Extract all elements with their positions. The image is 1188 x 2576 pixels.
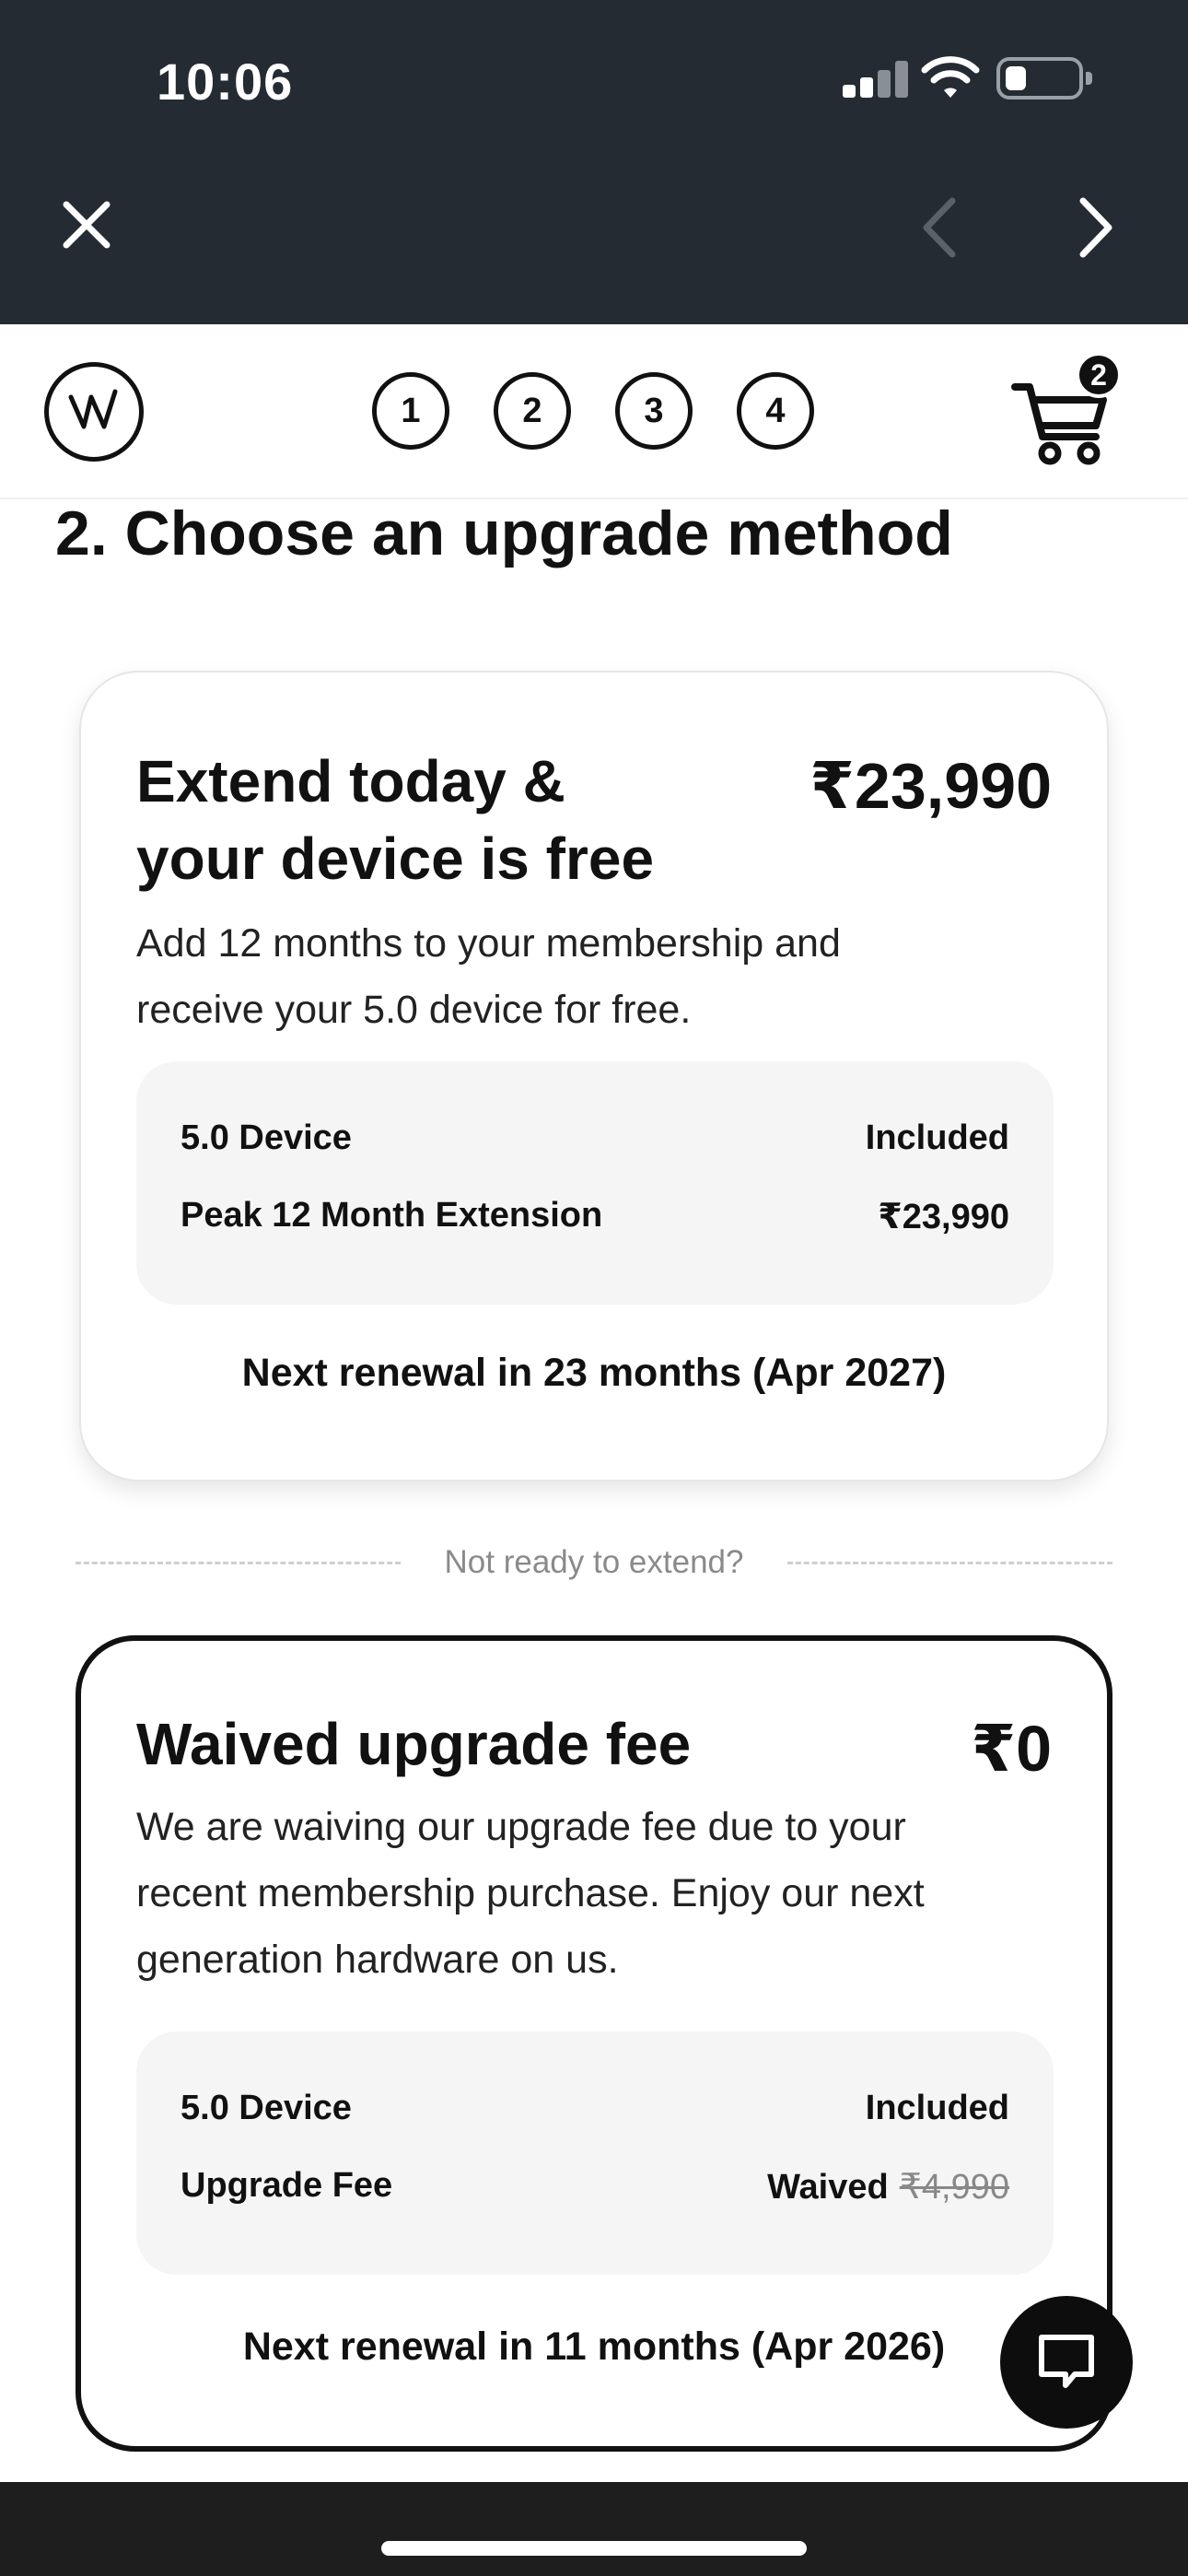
option-description-line: recent membership purchase. Enjoy our ne… [136, 1871, 925, 1915]
step-1[interactable]: 1 [372, 372, 449, 450]
step-indicator: 1 2 3 4 [372, 372, 814, 450]
option-description-line: receive your 5.0 device for free. [136, 988, 692, 1032]
page-title: 2. Choose an upgrade method [55, 498, 953, 568]
home-indicator-area [0, 2482, 1188, 2576]
battery-icon [996, 57, 1092, 100]
option-details-panel: 5.0 Device Included Upgrade Fee Waived ₹4… [136, 2032, 1054, 2275]
home-indicator[interactable] [381, 2541, 807, 2556]
option-description-line: generation hardware on us. [136, 1938, 619, 1982]
site-header: 1 2 3 4 2 [0, 324, 1188, 499]
chevron-right-icon[interactable] [1068, 195, 1124, 260]
detail-value: Waived [767, 2168, 889, 2207]
divider-label: Not ready to extend? [444, 1544, 744, 1580]
detail-label: Peak 12 Month Extension [181, 1196, 603, 1235]
signal-icon [843, 59, 909, 98]
detail-label: 5.0 Device [181, 2089, 352, 2127]
renewal-text: Next renewal in 11 months (Apr 2026) [242, 2324, 946, 2369]
chevron-left-icon [923, 197, 956, 258]
option-price: ₹23,990 [809, 750, 1052, 822]
option-description-line: We are waiving our upgrade fee due to yo… [136, 1805, 906, 1849]
option-description: We are waiving our upgrade fee due to yo… [136, 1794, 1057, 1993]
option-title-line: your device is free [136, 825, 655, 892]
step-3[interactable]: 3 [615, 372, 693, 450]
browser-top-bar: 10:06 [0, 0, 1188, 324]
detail-value-group: Waived ₹4,990 [767, 2166, 1009, 2207]
wifi-icon [921, 56, 980, 98]
original-price: ₹4,990 [899, 2168, 1009, 2207]
option-description-line: Add 12 months to your membership and [136, 921, 841, 966]
option-title: Waived upgrade fee [136, 1711, 692, 1777]
close-icon[interactable] [61, 199, 112, 251]
detail-row: 5.0 Device Included [181, 1118, 1009, 1158]
logo-icon[interactable] [44, 362, 144, 462]
detail-value: Included [865, 1118, 1009, 1157]
status-time: 10:06 [157, 53, 294, 111]
options-divider: Not ready to extend? [76, 1539, 1112, 1587]
option-title-line: Extend today & [136, 748, 565, 814]
option-card-waived[interactable]: Waived upgrade fee ₹0 We are waiving our… [76, 1635, 1112, 2452]
option-description: Add 12 months to your membership and rec… [136, 910, 1057, 1043]
cart-count-badge: 2 [1076, 352, 1122, 398]
detail-value: ₹23,990 [878, 1198, 1009, 1236]
detail-label: Upgrade Fee [181, 2166, 393, 2205]
detail-value: Included [865, 2089, 1009, 2127]
step-4[interactable]: 4 [737, 372, 814, 450]
chat-icon [1039, 2335, 1094, 2388]
detail-row: Peak 12 Month Extension ₹23,990 [181, 1196, 1009, 1237]
detail-row: 5.0 Device Included [181, 2089, 1009, 2128]
renewal-text: Next renewal in 23 months (Apr 2027) [241, 1351, 947, 1395]
step-2[interactable]: 2 [494, 372, 571, 450]
option-card-extend[interactable]: Extend today & your device is free ₹23,9… [79, 671, 1109, 1481]
option-price: ₹0 [971, 1713, 1052, 1785]
chat-button[interactable] [1000, 2296, 1133, 2429]
option-details-panel: 5.0 Device Included Peak 12 Month Extens… [136, 1061, 1054, 1305]
option-title: Extend today & your device is free [136, 743, 654, 897]
detail-label: 5.0 Device [181, 1118, 352, 1157]
detail-row: Upgrade Fee Waived ₹4,990 [181, 2166, 1009, 2207]
